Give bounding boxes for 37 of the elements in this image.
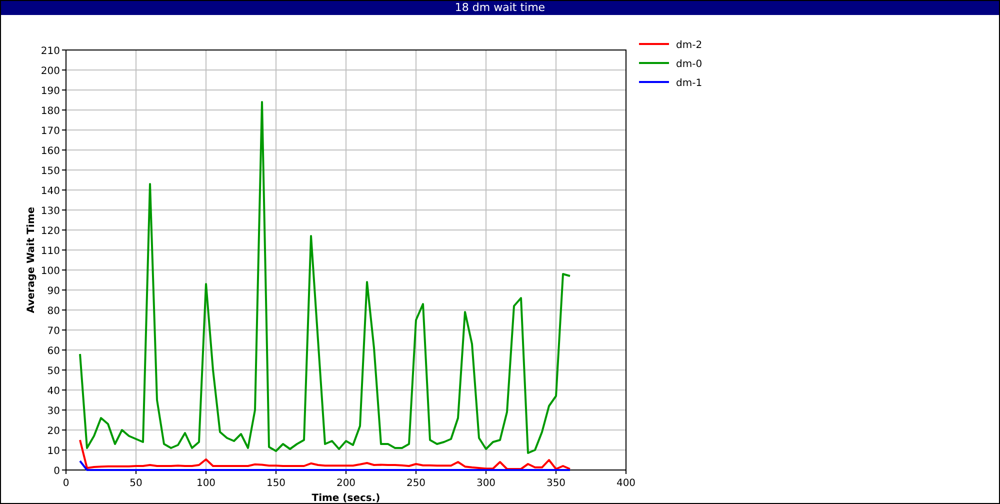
axis-tick-label: 190 bbox=[40, 86, 60, 97]
legend-label: dm-0 bbox=[676, 59, 702, 70]
axis-tick-label: 80 bbox=[47, 306, 60, 317]
axis-tick-label: 170 bbox=[40, 126, 60, 137]
axis-tick-label: 350 bbox=[546, 478, 566, 489]
axis-tick-label: 120 bbox=[40, 226, 60, 237]
axis-tick-label: 200 bbox=[336, 478, 356, 489]
axis-tick-label: 100 bbox=[40, 266, 60, 277]
axis-tick-label: 150 bbox=[40, 166, 60, 177]
axis-tick-label: 60 bbox=[47, 346, 60, 357]
axis-tick-label: 250 bbox=[406, 478, 426, 489]
axis-tick-label: 0 bbox=[62, 478, 70, 489]
axis-tick-label: 70 bbox=[47, 326, 60, 337]
axis-tick-label: 200 bbox=[40, 66, 60, 77]
legend-label: dm-1 bbox=[676, 78, 702, 89]
axis-tick-label: 150 bbox=[266, 478, 286, 489]
axis-tick-label: 110 bbox=[40, 246, 60, 257]
axis-tick-label: 10 bbox=[47, 446, 60, 457]
axis-tick-label: 100 bbox=[196, 478, 216, 489]
axis-tick-label: 40 bbox=[47, 386, 60, 397]
axis-tick-label: 300 bbox=[476, 478, 496, 489]
axis-tick-label: 180 bbox=[40, 106, 60, 117]
axis-tick-label: 50 bbox=[130, 478, 142, 489]
axis-tick-label: 210 bbox=[40, 46, 60, 57]
window-title: 18 dm wait time bbox=[1, 1, 999, 15]
axis-title: Average Wait Time bbox=[26, 206, 37, 314]
axis-tick-label: 20 bbox=[47, 426, 60, 437]
axis-tick-label: 140 bbox=[40, 186, 60, 197]
axis-tick-label: 400 bbox=[616, 478, 636, 489]
axis-tick-label: 50 bbox=[47, 366, 60, 377]
axis-tick-label: 90 bbox=[47, 286, 60, 297]
legend-label: dm-2 bbox=[676, 40, 702, 51]
axis-tick-label: 130 bbox=[40, 206, 60, 217]
axis-tick-label: 0 bbox=[54, 466, 60, 477]
axis-tick-label: 160 bbox=[40, 146, 60, 157]
axis-tick-label: 30 bbox=[47, 406, 60, 417]
axis-title: Time (secs.) bbox=[312, 493, 380, 503]
